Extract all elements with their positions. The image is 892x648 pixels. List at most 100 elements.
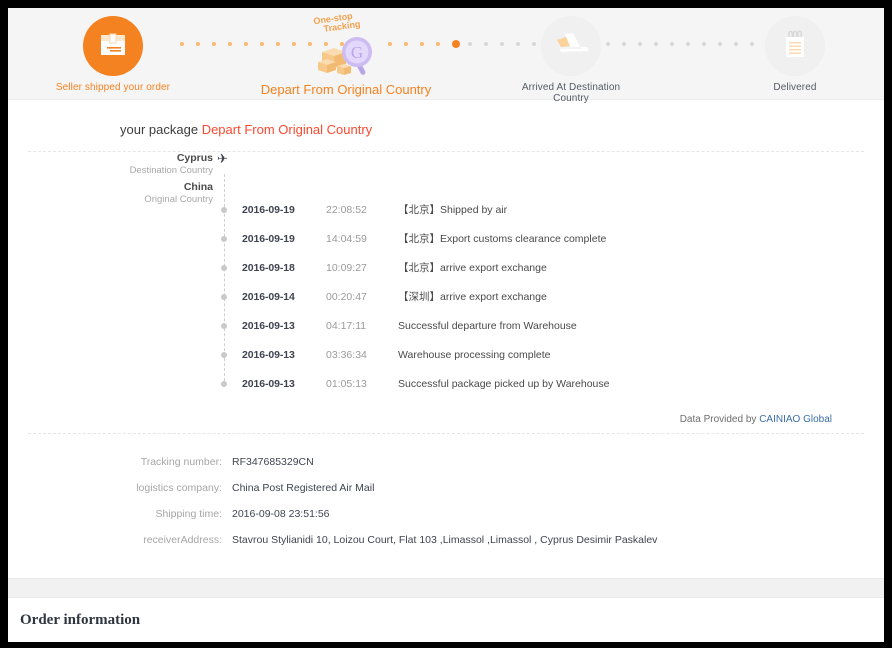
progress-dot: [260, 42, 264, 46]
event-date: 2016-09-19: [242, 203, 295, 216]
event-description: Warehouse processing complete: [398, 348, 551, 361]
progress-dot: [468, 42, 472, 46]
origin-country-name: China: [183, 181, 213, 193]
progress-dot: [228, 42, 232, 46]
event-description: 【深圳】arrive export exchange: [398, 291, 547, 303]
progress-dot: [500, 42, 504, 46]
event-date: 2016-09-14: [242, 290, 295, 303]
destination-country-sub: Destination Country: [129, 165, 213, 177]
progress-dot: [420, 42, 424, 46]
timeline-bullet: [221, 351, 227, 358]
progress-dot: [244, 42, 248, 46]
timeline-bullet: [221, 322, 227, 329]
progress-dot: [718, 42, 722, 46]
progress-dot: [702, 42, 706, 46]
airplane-icon: [541, 16, 601, 76]
event-description: 【北京】Export customs clearance complete: [398, 233, 607, 245]
event-description: 【北京】arrive export exchange: [398, 262, 547, 274]
progress-dot: [276, 42, 280, 46]
detail-row-shipping-time: Shipping time: 2016-09-08 23:51:56: [8, 508, 884, 520]
detail-value: 2016-09-08 23:51:56: [232, 508, 330, 520]
package-title-prefix: your package: [120, 122, 199, 137]
data-provider-note: Data Provided by CAINIAO Global: [8, 404, 884, 433]
event-description: 【北京】Shipped by air: [398, 204, 508, 216]
progress-dot: [670, 42, 674, 46]
timeline-event-row: 2016-09-18 10:09:27 【北京】arrive export ex…: [8, 253, 884, 282]
detail-label: logistics company:: [136, 482, 222, 494]
data-provider-prefix: Data Provided by: [679, 414, 757, 425]
progress-step-label: Depart From Original Country: [260, 82, 432, 97]
progress-dot: [292, 42, 296, 46]
detail-value: Stavrou Stylianidi 10, Loizou Court, Fla…: [232, 534, 658, 546]
progress-step-label: Delivered: [773, 82, 817, 93]
progress-dot: [686, 42, 690, 46]
detail-label: Tracking number:: [140, 456, 222, 468]
detail-row-receiver-address: receiverAddress: Stavrou Stylianidi 10, …: [8, 534, 884, 546]
detail-label: receiverAddress:: [143, 534, 222, 546]
timeline-event-row: 2016-09-19 22:08:52 【北京】Shipped by air: [8, 195, 884, 224]
progress-dot: [404, 42, 408, 46]
event-time: 01:05:13: [326, 377, 367, 390]
order-information-section: Order information order number: 78278588…: [8, 598, 884, 642]
event-time: 10:09:27: [326, 261, 367, 274]
page-frame: Seller shipped your order One-stop Track…: [8, 8, 884, 642]
detail-row-logistics-company: logistics company: China Post Registered…: [8, 482, 884, 494]
shipment-details-list: Tracking number: RF347685329CN logistics…: [8, 434, 884, 578]
event-description: Successful departure from Warehouse: [398, 319, 577, 332]
progress-step-arrived-destination[interactable]: Arrived At Destination Country: [506, 16, 636, 104]
event-time: 14:04:59: [326, 232, 367, 245]
progress-dot: [654, 42, 658, 46]
svg-text:G: G: [351, 43, 363, 62]
event-date: 2016-09-19: [242, 232, 295, 245]
package-status-text: Depart From Original Country: [201, 122, 373, 137]
package-box-icon: [83, 16, 143, 76]
event-date: 2016-09-13: [242, 348, 295, 361]
progress-current-dot: [452, 40, 460, 48]
progress-dot: [388, 42, 392, 46]
event-date: 2016-09-18: [242, 261, 295, 274]
detail-value: China Post Registered Air Mail: [232, 482, 375, 494]
timeline-bullet: [221, 206, 227, 213]
package-status-title: your package Depart From Original Countr…: [8, 100, 884, 151]
event-description: Successful package picked up by Warehous…: [398, 377, 610, 390]
detail-value: RF347685329CN: [232, 456, 314, 468]
progress-step-label: Arrived At Destination Country: [521, 82, 621, 104]
timeline-event-row: 2016-09-13 04:17:11 Successful departure…: [8, 311, 884, 340]
progress-dot: [180, 42, 184, 46]
event-time: 03:36:34: [326, 348, 367, 361]
detail-label: Shipping time:: [155, 508, 222, 520]
timeline-bullet: [221, 264, 227, 271]
timeline-event-row: 2016-09-13 01:05:13 Successful package p…: [8, 369, 884, 398]
tracking-body: your package Depart From Original Countr…: [8, 100, 884, 642]
notepad-icon: [765, 16, 825, 76]
shipment-progress-header: Seller shipped your order One-stop Track…: [8, 8, 884, 104]
section-separator-band: [8, 578, 884, 598]
destination-country-name: Cyprus: [176, 152, 213, 164]
timeline-event-row: 2016-09-14 00:20:47 【深圳】arrive export ex…: [8, 282, 884, 311]
progress-line-segment-2: [388, 40, 460, 48]
detail-row-tracking-number: Tracking number: RF347685329CN: [8, 456, 884, 468]
event-date: 2016-09-13: [242, 377, 295, 390]
timeline-bullet: [221, 293, 227, 300]
progress-dot: [638, 42, 642, 46]
event-date: 2016-09-13: [242, 319, 295, 332]
timeline-airplane-icon: ✈: [217, 151, 228, 166]
cainiao-global-link[interactable]: CAINIAO Global: [759, 414, 832, 425]
order-information-title: Order information: [20, 612, 141, 628]
progress-dot: [484, 42, 488, 46]
timeline-event-row: 2016-09-19 14:04:59 【北京】Export customs c…: [8, 224, 884, 253]
timeline-bullet: [221, 380, 227, 387]
progress-step-label: Seller shipped your order: [55, 82, 171, 93]
timeline-bullet: [221, 235, 227, 242]
destination-country-block: Cyprus Destination Country: [8, 152, 213, 177]
event-time: 22:08:52: [326, 203, 367, 216]
one-stop-tracking-logo: One-stop Tracking: [313, 11, 361, 36]
progress-dot: [212, 42, 216, 46]
progress-dot: [436, 42, 440, 46]
tracking-timeline: Cyprus Destination Country ✈ China Origi…: [8, 152, 884, 404]
progress-dot: [196, 42, 200, 46]
progress-step-delivered[interactable]: Delivered: [730, 16, 860, 93]
magnifier-parcel-icon: G: [304, 36, 388, 83]
progress-step-seller-shipped[interactable]: Seller shipped your order: [48, 16, 178, 93]
event-time: 00:20:47: [326, 290, 367, 303]
